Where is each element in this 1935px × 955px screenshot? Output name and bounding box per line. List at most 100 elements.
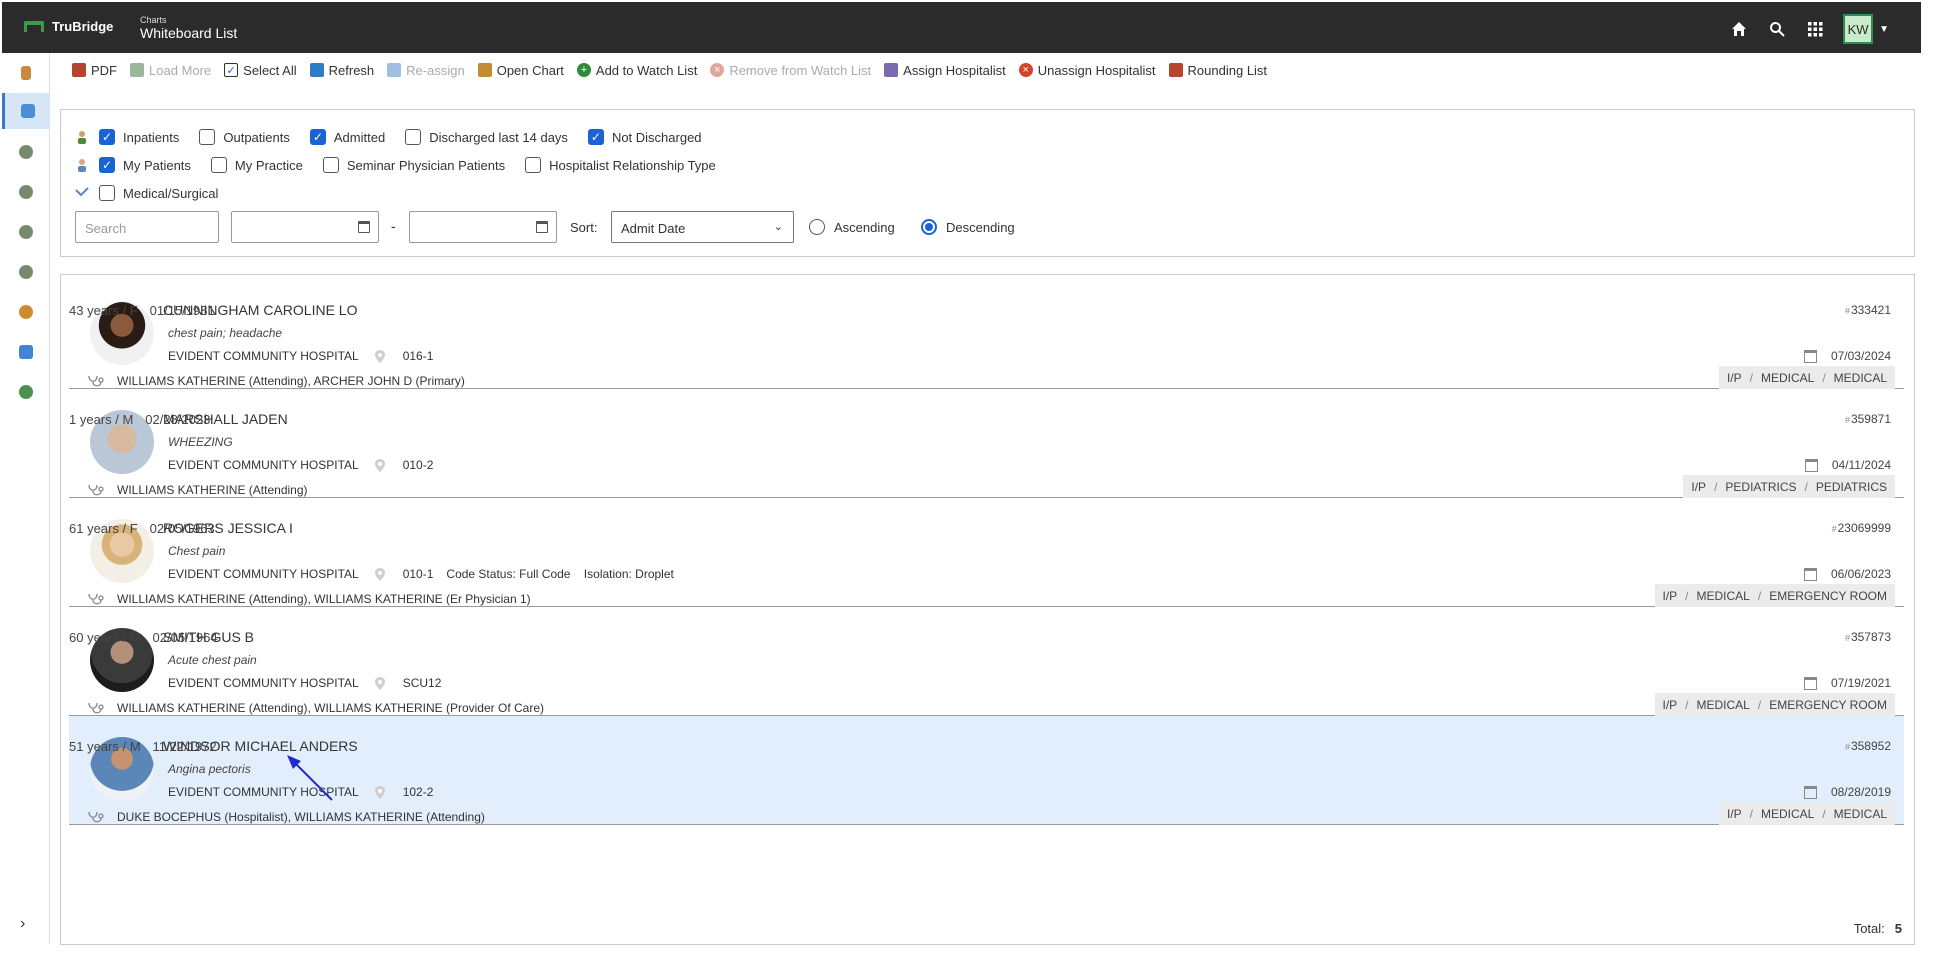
toolbar-select-all-button[interactable]: ✓ Select All <box>224 63 297 78</box>
patient-demographics: 60 years / M 02/05/1964 <box>69 630 218 645</box>
account-number-value: 358952 <box>1850 739 1891 753</box>
patient-group-icon <box>19 265 33 279</box>
search-icon[interactable] <box>1767 19 1787 39</box>
visit-tags: I/P / MEDICAL / EMERGENCY ROOM <box>1654 693 1895 716</box>
patient-list: CUNNINGHAM CAROLINE LO 43 years / F 01/15/… <box>60 274 1915 945</box>
header-actions: KW ▼ <box>1729 14 1889 44</box>
ascending-radio-circle[interactable] <box>809 219 825 235</box>
checkbox-box[interactable]: ✓ <box>99 129 115 145</box>
home-icon[interactable] <box>1729 19 1749 39</box>
checkbox-box[interactable] <box>405 129 422 145</box>
admit-date: 04/11/2024 <box>1804 458 1891 472</box>
toolbar-assign-hospitalist-button[interactable]: Assign Hospitalist <box>884 63 1006 78</box>
checkbox-box[interactable]: ✓ <box>309 129 326 145</box>
hash-icon: # <box>1844 633 1850 643</box>
admit-date-value: 07/19/2021 <box>1830 676 1891 690</box>
checkbox-box[interactable] <box>322 157 339 173</box>
calendar-icon <box>1804 458 1818 472</box>
patient-age-sex: 51 years / M <box>69 739 141 754</box>
checkbox-box[interactable] <box>99 185 115 201</box>
toolbar-add-to-watch-list-button[interactable]: + Add to Watch List <box>576 63 697 78</box>
toolbar-open-chart-button[interactable]: Open Chart <box>477 63 564 78</box>
calendar-icon <box>1803 349 1817 363</box>
visit-tag: MEDICAL <box>1760 806 1815 821</box>
toolbar-button-label: Re-assign <box>406 62 465 78</box>
filter-my-practice-checkbox[interactable]: My Practice <box>210 157 303 173</box>
checkbox-box[interactable] <box>199 129 216 145</box>
patient-row[interactable]: CUNNINGHAM CAROLINE LO 43 years / F 01/15/… <box>69 280 1904 389</box>
total-value: 5 <box>1894 921 1902 936</box>
checkbox-box[interactable] <box>525 157 542 173</box>
patient-location: EVIDENT COMMUNITY HOSPITAL 010-1 Code Stat… <box>168 567 674 581</box>
toolbar-load-more-button[interactable]: Load More <box>130 63 211 78</box>
descending-radio[interactable]: Descending <box>921 219 1015 235</box>
patient-location: EVIDENT COMMUNITY HOSPITAL SCU12 <box>168 676 441 690</box>
date-from-input[interactable] <box>231 211 379 243</box>
account-number-value: 23069999 <box>1837 521 1891 535</box>
filter-outpatients-checkbox[interactable]: Outpatients <box>199 129 290 145</box>
apps-grid-icon[interactable] <box>1805 19 1825 39</box>
patient-row[interactable]: MARSHALL JADEN 1 years / M 02/28/2023 WHEEZ… <box>69 389 1904 498</box>
filter-inpatients-checkbox[interactable]: ✓ Inpatients <box>99 129 179 145</box>
breadcrumb-parent[interactable]: Charts <box>140 15 237 25</box>
patient-row[interactable]: SMITH GUS B 60 years / M 02/05/1964 Acute c… <box>69 607 1904 716</box>
select-all-checkbox-icon: ✓ <box>224 63 239 77</box>
unassign-icon: × <box>1018 63 1033 77</box>
page-title: Whiteboard List <box>140 25 238 41</box>
patient-dob: 01/15/1981 <box>149 303 215 318</box>
toolbar-remove-from-watch-list-button[interactable]: × Remove from Watch List <box>710 63 871 78</box>
account-number: #358952 <box>1845 739 1891 753</box>
load-more-icon <box>130 63 144 77</box>
brand-logo[interactable]: TruBridge <box>24 19 113 34</box>
patient-row[interactable]: WINDSOR MICHAEL ANDERS 51 years / M 11/22/… <box>69 716 1904 825</box>
sidebar-item-images[interactable] <box>2 334 50 370</box>
patient-demographics: 1 years / M 02/28/2023 <box>69 412 210 427</box>
user-menu-caret-icon[interactable]: ▼ <box>1879 24 1889 35</box>
admit-date-value: 07/03/2024 <box>1830 349 1891 363</box>
sidebar-item-money[interactable] <box>2 374 50 410</box>
sidebar-item-documents[interactable] <box>2 55 50 91</box>
annotation-arrow-icon <box>287 755 333 801</box>
toolbar-rounding-list-button[interactable]: Rounding List <box>1168 63 1267 78</box>
visit-tag: PEDIATRICS <box>1815 479 1887 494</box>
filter-my-patients-checkbox[interactable]: ✓ My Patients <box>99 157 191 173</box>
calendar-icon[interactable] <box>536 221 548 233</box>
search-input[interactable]: Search <box>75 211 219 243</box>
toolbar-unassign-hospitalist-button[interactable]: × Unassign Hospitalist <box>1018 63 1156 78</box>
care-providers: DUKE BOCEPHUS (Hospitalist), WILLIAMS KA… <box>87 810 485 824</box>
sidebar-item-physician[interactable] <box>2 294 50 330</box>
sidebar-item-whiteboard[interactable] <box>2 93 50 129</box>
tag-separator: / <box>1822 370 1826 385</box>
sidebar-item-patients-1[interactable] <box>2 134 50 170</box>
checkbox-box[interactable]: ✓ <box>587 129 604 145</box>
sidebar-item-patients-4[interactable] <box>2 254 50 290</box>
filter-discharged-last-14-days-checkbox[interactable]: Discharged last 14 days <box>405 129 568 145</box>
patient-row[interactable]: ROGERS JESSICA I 61 years / F 02/05/1963 Ch… <box>69 498 1904 607</box>
sort-select[interactable]: Admit Date ⌄ <box>611 211 794 243</box>
toolbar-pdf-button[interactable]: PDF <box>72 63 117 78</box>
expand-sidebar-chevron-icon[interactable]: › <box>20 915 25 933</box>
sidebar-item-patients-2[interactable] <box>2 174 50 210</box>
tag-separator: / <box>1804 479 1808 494</box>
checkbox-box[interactable]: ✓ <box>99 157 115 173</box>
tag-separator: / <box>1822 806 1826 821</box>
user-avatar[interactable]: KW <box>1843 14 1874 44</box>
filter-admitted-checkbox[interactable]: ✓ Admitted <box>309 129 385 145</box>
toolbar-refresh-button[interactable]: Refresh <box>309 63 374 78</box>
visit-tags: I/P / MEDICAL / MEDICAL <box>1718 366 1895 389</box>
descending-radio-circle[interactable] <box>921 219 937 235</box>
patient-dob: 02/05/1963 <box>149 521 215 536</box>
toolbar-re-assign-button[interactable]: Re-assign <box>387 63 465 78</box>
filter-hospitalist-relationship-type-checkbox[interactable]: Hospitalist Relationship Type <box>525 157 716 173</box>
checkbox-box[interactable] <box>210 157 227 173</box>
chief-complaint: Chest pain <box>168 544 226 558</box>
patient-dob: 02/28/2023 <box>145 412 211 427</box>
filter-not-discharged-checkbox[interactable]: ✓ Not Discharged <box>587 129 702 145</box>
filter-medical-surgical-checkbox[interactable]: Medical/Surgical <box>99 185 218 201</box>
date-to-input[interactable] <box>409 211 557 243</box>
map-pin-icon <box>374 676 385 690</box>
ascending-radio[interactable]: Ascending <box>809 219 895 235</box>
calendar-icon[interactable] <box>358 221 370 233</box>
sidebar-item-patients-3[interactable] <box>2 214 50 250</box>
filter-seminar-physician-patients-checkbox[interactable]: Seminar Physician Patients <box>322 157 505 173</box>
